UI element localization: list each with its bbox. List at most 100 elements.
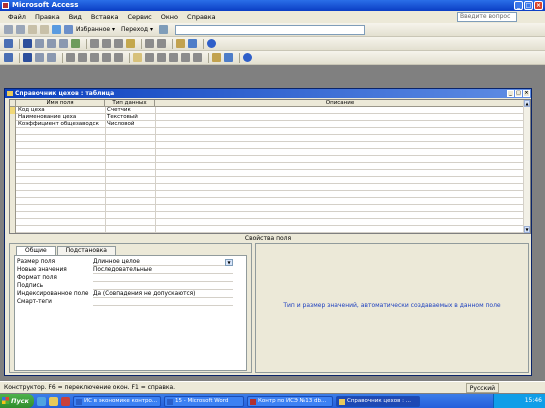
refresh-icon[interactable]	[40, 25, 49, 34]
help-icon[interactable]	[207, 39, 216, 48]
forward-icon[interactable]	[16, 25, 25, 34]
taskbar-item[interactable]: ИС в экономике контро...	[73, 395, 161, 407]
property-row[interactable]: Индексированное поле Да (Совпадения не д…	[17, 291, 245, 298]
menu-window[interactable]: Окно	[161, 13, 178, 21]
empty-row[interactable]	[10, 205, 530, 212]
language-indicator[interactable]: Русский	[465, 383, 499, 393]
empty-row[interactable]	[10, 191, 530, 198]
insert-rows-icon[interactable]	[157, 53, 166, 62]
table-row[interactable]: Наименование цеха Текстовый	[10, 114, 530, 121]
stop-icon[interactable]	[28, 25, 37, 34]
taskbar-item[interactable]: Контр по ИСЭ №13 db...	[247, 395, 333, 407]
empty-row[interactable]	[10, 212, 530, 219]
data-type-cell[interactable]: Счетчик	[106, 107, 154, 114]
new-object-icon[interactable]	[188, 39, 197, 48]
save-icon-2[interactable]	[23, 53, 32, 62]
close-button[interactable]: ×	[534, 1, 543, 10]
cut-icon[interactable]	[90, 39, 99, 48]
copy-icon[interactable]	[102, 39, 111, 48]
empty-row[interactable]	[10, 135, 530, 142]
empty-row[interactable]	[10, 156, 530, 163]
scroll-down-arrow-icon[interactable]: ▼	[524, 226, 530, 233]
property-row[interactable]: Формат поля	[17, 275, 245, 282]
design-view-icon[interactable]	[4, 53, 13, 62]
paste-icon-2[interactable]	[90, 53, 99, 62]
database-window-icon-2[interactable]	[212, 53, 221, 62]
property-row[interactable]: Смарт-теги	[17, 299, 245, 306]
format-painter-icon[interactable]	[126, 39, 135, 48]
favorites-menu[interactable]: Избранное ▾	[76, 26, 115, 33]
preview-icon-2[interactable]	[47, 53, 56, 62]
scroll-up-arrow-icon[interactable]: ▲	[524, 100, 530, 107]
empty-row[interactable]	[10, 177, 530, 184]
explorer-quicklaunch-icon[interactable]	[49, 396, 58, 406]
property-value[interactable]	[93, 275, 233, 282]
start-button[interactable]: Пуск	[0, 394, 34, 408]
doc-maximize-button[interactable]: □	[515, 90, 522, 97]
empty-row[interactable]	[10, 184, 530, 191]
column-header-data-type[interactable]: Тип данных	[105, 100, 155, 107]
taskbar-item-active[interactable]: Справочник цехов : ...	[336, 395, 420, 407]
menu-file[interactable]: Файл	[8, 13, 26, 21]
property-value[interactable]: Да (Совпадения не допускаются)	[93, 291, 233, 298]
sort-icon[interactable]	[145, 39, 154, 48]
save-icon[interactable]	[23, 39, 32, 48]
indexes-icon[interactable]	[145, 53, 154, 62]
properties-icon[interactable]	[181, 53, 190, 62]
property-row[interactable]: Подпись	[17, 283, 245, 290]
go-menu[interactable]: Переход ▾	[121, 26, 153, 33]
build-icon[interactable]	[193, 53, 202, 62]
grid-vertical-scrollbar[interactable]: ▲ ▼	[523, 100, 530, 233]
field-name-cell[interactable]: Наименование цеха	[17, 114, 104, 121]
property-value[interactable]	[93, 283, 233, 290]
field-size-select[interactable]: Длинное целое	[93, 259, 233, 266]
doc-close-button[interactable]: ×	[523, 90, 530, 97]
menu-edit[interactable]: Правка	[35, 13, 60, 21]
column-header-description[interactable]: Описание	[155, 100, 525, 107]
media-quicklaunch-icon[interactable]	[61, 396, 70, 406]
primary-key-icon[interactable]	[133, 53, 142, 62]
address-input[interactable]	[175, 24, 365, 35]
menu-help[interactable]: Справка	[187, 13, 216, 21]
empty-row[interactable]	[10, 198, 530, 205]
print-icon[interactable]	[47, 39, 56, 48]
data-type-cell[interactable]: Числовой	[106, 121, 154, 128]
field-name-cell[interactable]: Код цеха	[17, 107, 104, 114]
doc-minimize-button[interactable]: _	[507, 90, 514, 97]
cut-icon-2[interactable]	[66, 53, 75, 62]
undo-icon[interactable]	[102, 53, 111, 62]
clock[interactable]: 15:46	[525, 397, 542, 404]
paste-icon[interactable]	[114, 39, 123, 48]
print-icon-2[interactable]	[35, 53, 44, 62]
browser-quicklaunch-icon[interactable]	[37, 396, 46, 406]
column-header-field-name[interactable]: Имя поля	[16, 100, 105, 107]
empty-row[interactable]	[10, 128, 530, 135]
menu-view[interactable]: Вид	[69, 13, 82, 21]
search-icon[interactable]	[35, 39, 44, 48]
preview-icon[interactable]	[59, 39, 68, 48]
table-row[interactable]: Коэффициент общезаводск Числовой	[10, 121, 530, 128]
empty-row[interactable]	[10, 149, 530, 156]
menu-insert[interactable]: Вставка	[91, 13, 119, 21]
new-object-icon-2[interactable]	[224, 53, 233, 62]
view-icon[interactable]	[4, 39, 13, 48]
property-row[interactable]: Размер поля Длинное целое ▼	[17, 259, 245, 266]
filter-icon[interactable]	[157, 39, 166, 48]
help-search-input[interactable]: Введите вопрос	[457, 12, 517, 22]
delete-rows-icon[interactable]	[169, 53, 178, 62]
home-icon[interactable]	[52, 25, 61, 34]
chevron-down-icon[interactable]: ▼	[225, 259, 233, 266]
primary-key-icon[interactable]	[10, 107, 16, 114]
tab-lookup[interactable]: Подстановка	[56, 246, 116, 255]
property-row[interactable]: Новые значения Последовательные	[17, 267, 245, 274]
empty-row[interactable]	[10, 163, 530, 170]
empty-row[interactable]	[10, 226, 530, 233]
empty-row[interactable]	[10, 142, 530, 149]
search-web-icon[interactable]	[64, 25, 73, 34]
empty-row[interactable]	[10, 219, 530, 226]
redo-icon[interactable]	[114, 53, 123, 62]
empty-row[interactable]	[10, 170, 530, 177]
spelling-icon[interactable]	[71, 39, 80, 48]
taskbar-item[interactable]: 15 - Microsoft Word	[164, 395, 244, 407]
back-icon[interactable]	[4, 25, 13, 34]
